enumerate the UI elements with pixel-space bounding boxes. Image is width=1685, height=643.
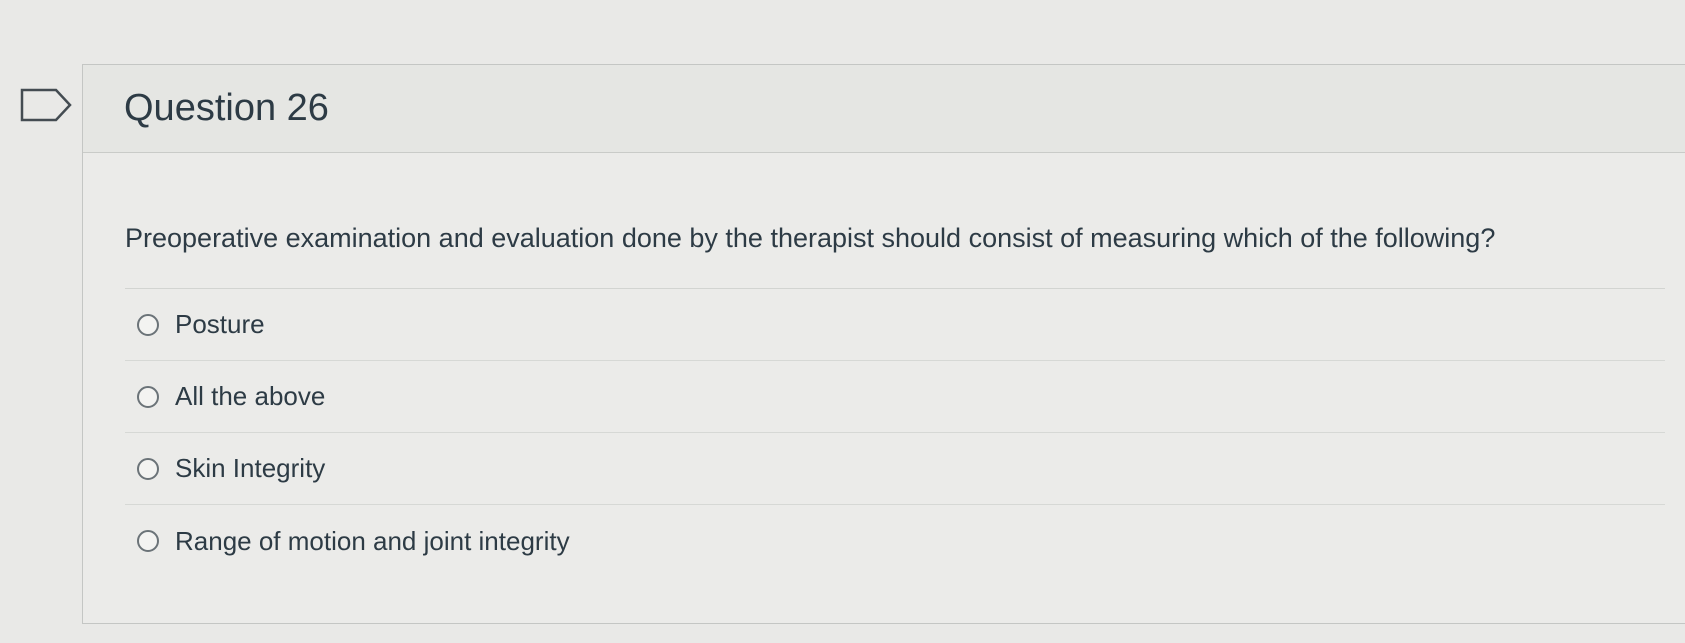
question-title: Question 26: [124, 87, 329, 129]
answer-label[interactable]: Skin Integrity: [175, 453, 325, 484]
radio-button[interactable]: [137, 457, 159, 480]
answer-label[interactable]: Range of motion and joint integrity: [175, 526, 570, 557]
answer-list: Posture All the above Skin Integrity Ran…: [125, 289, 1665, 577]
question-text: Preoperative examination and evaluation …: [125, 153, 1665, 289]
radio-button[interactable]: [137, 385, 159, 408]
answer-option[interactable]: Skin Integrity: [125, 433, 1665, 505]
answer-label[interactable]: Posture: [175, 309, 265, 340]
answer-label[interactable]: All the above: [175, 381, 325, 412]
answer-option[interactable]: Posture: [125, 289, 1665, 361]
question-header: Question 26: [83, 65, 1685, 153]
answer-option[interactable]: All the above: [125, 361, 1665, 433]
question-card: Question 26 Preoperative examination and…: [82, 64, 1685, 624]
radio-button[interactable]: [137, 530, 159, 552]
answer-option[interactable]: Range of motion and joint integrity: [125, 505, 1665, 577]
flag-question-icon[interactable]: [20, 88, 72, 122]
radio-button[interactable]: [137, 313, 159, 336]
question-body: Preoperative examination and evaluation …: [83, 153, 1685, 577]
